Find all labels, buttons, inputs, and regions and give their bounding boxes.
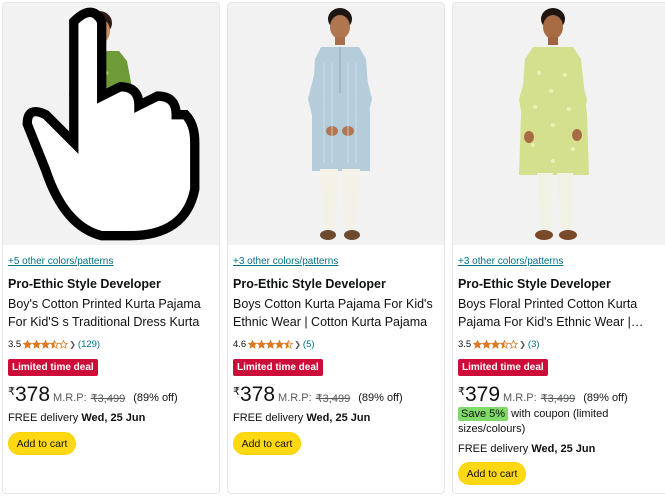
add-to-cart-button[interactable]: Add to cart	[458, 462, 526, 485]
mrp-value: ₹3,499	[540, 393, 576, 405]
product-image[interactable]	[453, 3, 665, 245]
product-card[interactable]: +3 other colors/patterns Pro-Ethic Style…	[452, 2, 665, 494]
star-rating[interactable]	[248, 339, 294, 349]
star-icon	[275, 339, 285, 349]
delivery-prefix: FREE delivery	[233, 412, 304, 424]
brand-name: Pro-Ethic Style Developer	[233, 277, 386, 291]
delivery-prefix: FREE delivery	[8, 412, 79, 424]
boy-kurta-illustration-blue	[308, 8, 372, 240]
star-icon	[500, 339, 510, 349]
star-icon	[23, 339, 33, 349]
delivery-prefix: FREE delivery	[458, 443, 529, 455]
limited-time-deal-badge: Limited time deal	[8, 359, 98, 376]
add-to-cart-button[interactable]: Add to cart	[233, 432, 301, 455]
star-icon	[509, 339, 519, 349]
other-colors-link[interactable]: +3 other colors/patterns	[458, 256, 563, 267]
product-image[interactable]	[228, 3, 444, 245]
star-icon	[59, 339, 69, 349]
currency-symbol: ₹	[458, 386, 465, 398]
star-icon	[257, 339, 267, 349]
chevron-down-icon[interactable]: ❯	[69, 340, 76, 349]
delivery-date: Wed, 25 Jun	[81, 412, 146, 424]
review-count-link[interactable]: (3)	[528, 339, 540, 350]
mrp-label: M.R.P:	[503, 392, 537, 404]
mrp-value: ₹3,499	[315, 393, 351, 405]
mrp-label: M.R.P:	[278, 392, 312, 404]
currency-symbol: ₹	[8, 386, 15, 398]
star-icon	[284, 339, 294, 349]
review-count-link[interactable]: (5)	[303, 339, 315, 350]
product-title-link[interactable]: Boy's Cotton Printed Kurta Pajama For Ki…	[8, 295, 218, 331]
star-rating[interactable]	[23, 339, 69, 349]
product-card[interactable]: +5 other colors/patterns Pro-Ethic Style…	[2, 2, 220, 494]
delivery-info: FREE delivery Wed, 25 Jun	[233, 412, 370, 424]
price-amount: 378	[240, 383, 276, 406]
limited-time-deal-badge: Limited time deal	[458, 359, 548, 376]
product-image[interactable]	[3, 3, 219, 245]
discount-percent: (89% off)	[583, 392, 628, 404]
discount-percent: (89% off)	[358, 392, 403, 404]
other-colors-link[interactable]: +3 other colors/patterns	[233, 256, 338, 267]
star-icon	[41, 339, 51, 349]
price-amount: 378	[15, 383, 51, 406]
rating-row[interactable]: 4.6 ❯ (5)	[233, 338, 315, 350]
rating-row[interactable]: 3.5 ❯ (129)	[8, 338, 100, 350]
delivery-date: Wed, 25 Jun	[306, 412, 371, 424]
delivery-date: Wed, 25 Jun	[531, 443, 596, 455]
discount-percent: (89% off)	[133, 392, 178, 404]
price-amount: 379	[465, 383, 501, 406]
delivery-info: FREE delivery Wed, 25 Jun	[458, 443, 595, 455]
star-icon	[473, 339, 483, 349]
product-card[interactable]: +3 other colors/patterns Pro-Ethic Style…	[227, 2, 445, 494]
rating-value: 3.5	[8, 338, 22, 350]
brand-name: Pro-Ethic Style Developer	[458, 277, 611, 291]
review-count-link[interactable]: (129)	[78, 339, 100, 350]
boy-kurta-illustration-yellow	[519, 8, 589, 240]
star-icon	[482, 339, 492, 349]
other-colors-link[interactable]: +5 other colors/patterns	[8, 256, 113, 267]
coupon-row: Save 5% with coupon (limited sizes/colou…	[458, 407, 665, 437]
product-title-link[interactable]: Boys Floral Printed Cotton Kurta Pajama …	[458, 295, 665, 331]
price-row: ₹ 378 M.R.P: ₹3,499 (89% off)	[8, 384, 178, 408]
rating-value: 3.5	[458, 338, 472, 350]
chevron-down-icon[interactable]: ❯	[294, 340, 301, 349]
limited-time-deal-badge: Limited time deal	[233, 359, 323, 376]
chevron-down-icon[interactable]: ❯	[519, 340, 526, 349]
product-title-link[interactable]: Boys Cotton Kurta Pajama For Kid's Ethni…	[233, 295, 443, 331]
price-row: ₹ 378 M.R.P: ₹3,499 (89% off)	[233, 384, 403, 408]
star-icon	[50, 339, 60, 349]
star-icon	[32, 339, 42, 349]
mrp-label: M.R.P:	[53, 392, 87, 404]
hand-cursor-icon	[22, 7, 200, 241]
price-row: ₹ 379 M.R.P: ₹3,499 (89% off)	[458, 384, 628, 408]
star-icon	[248, 339, 258, 349]
add-to-cart-button[interactable]: Add to cart	[8, 432, 76, 455]
delivery-info: FREE delivery Wed, 25 Jun	[8, 412, 145, 424]
rating-row[interactable]: 3.5 ❯ (3)	[458, 338, 540, 350]
star-icon	[491, 339, 501, 349]
star-rating[interactable]	[473, 339, 519, 349]
currency-symbol: ₹	[233, 386, 240, 398]
brand-name: Pro-Ethic Style Developer	[8, 277, 161, 291]
rating-value: 4.6	[233, 338, 247, 350]
star-icon	[266, 339, 276, 349]
mrp-value: ₹3,499	[90, 393, 126, 405]
coupon-badge[interactable]: Save 5%	[458, 407, 509, 421]
